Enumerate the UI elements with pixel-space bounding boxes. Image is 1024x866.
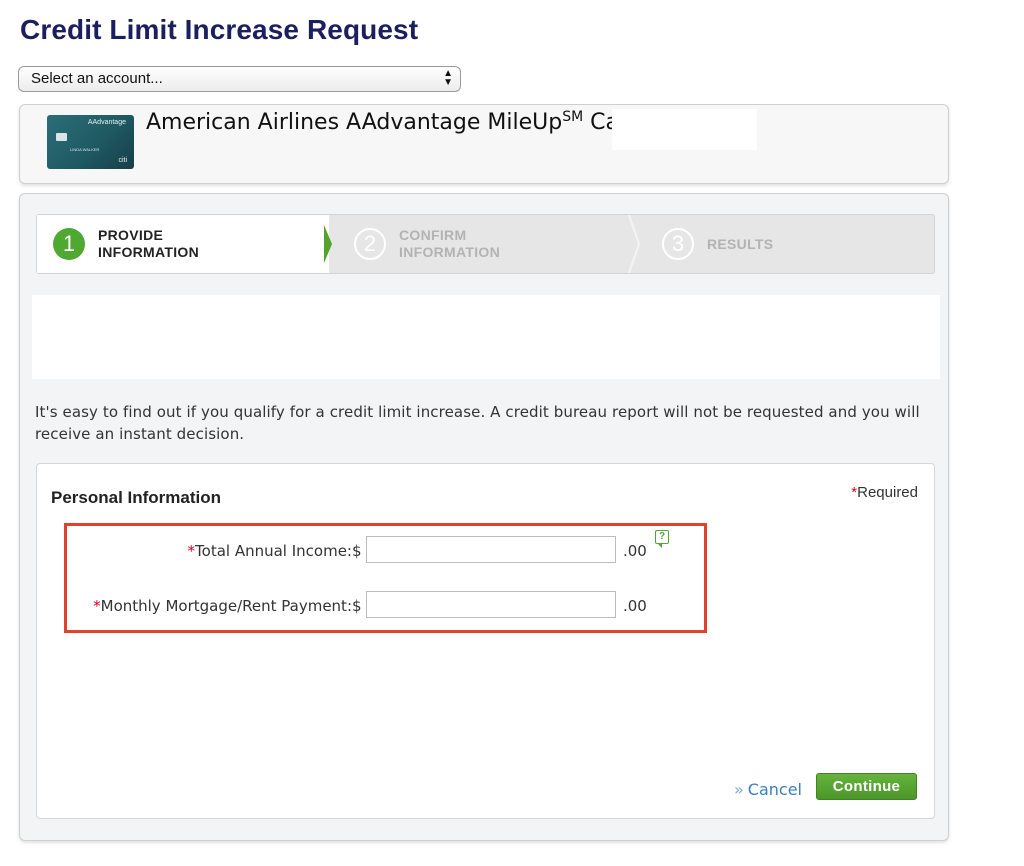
step-3: 3 RESULTS xyxy=(662,215,773,273)
redacted-area xyxy=(612,109,757,150)
step-3-number: 3 xyxy=(662,228,694,260)
step-1: 1 PROVIDE INFORMATION xyxy=(53,215,248,273)
highlight-box: *Total Annual Income: $ .00 ? *Monthly M… xyxy=(64,523,707,633)
card-image-holder: LINDA WALKER xyxy=(70,147,100,152)
mortgage-rent-label: *Monthly Mortgage/Rent Payment: xyxy=(93,597,352,615)
step-active-chevron xyxy=(324,225,332,263)
card-name: American Airlines AAdvantage MileUpSM Ca… xyxy=(146,109,642,135)
step-2-label: CONFIRM INFORMATION xyxy=(399,227,501,260)
cents-suffix: .00 xyxy=(623,597,647,615)
info-banner xyxy=(32,295,940,379)
card-name-sup: SM xyxy=(562,109,584,125)
card-chip-icon xyxy=(56,133,67,141)
select-arrows-icon: ▲ ▼ xyxy=(443,68,453,88)
main-panel: 1 PROVIDE INFORMATION 2 CONFIRM INFORMAT… xyxy=(19,193,949,841)
annual-income-label-text: Total Annual Income: xyxy=(195,542,352,560)
card-image-brand: AAdvantage xyxy=(87,119,126,126)
step-divider xyxy=(627,215,641,273)
required-note-text: Required xyxy=(857,484,918,501)
double-chevron-icon: » xyxy=(734,780,744,799)
currency-symbol: $ xyxy=(352,597,362,615)
required-asterisk: * xyxy=(187,542,196,560)
card-image-logo: citi xyxy=(118,157,127,164)
step-2-number: 2 xyxy=(354,228,386,260)
account-select-value: Select an account... xyxy=(31,70,163,87)
mortgage-rent-input[interactable] xyxy=(366,591,616,618)
annual-income-input[interactable] xyxy=(366,536,616,563)
required-note: *Required xyxy=(851,484,918,501)
annual-income-label: *Total Annual Income: xyxy=(188,542,352,560)
account-select[interactable]: Select an account... ▲ ▼ xyxy=(18,66,461,92)
cancel-label: Cancel xyxy=(747,780,802,799)
step-2: 2 CONFIRM INFORMATION xyxy=(354,215,519,273)
continue-button[interactable]: Continue xyxy=(816,773,917,800)
form-heading: Personal Information xyxy=(51,488,222,507)
currency-symbol: $ xyxy=(352,542,362,560)
step-3-label: RESULTS xyxy=(707,235,774,252)
page-title: Credit Limit Increase Request xyxy=(20,14,419,45)
help-icon[interactable]: ? xyxy=(655,530,669,548)
annual-income-row: *Total Annual Income: $ .00 ? xyxy=(67,530,704,566)
personal-info-form: Personal Information *Required *Total An… xyxy=(36,463,935,819)
intro-text: It's easy to find out if you qualify for… xyxy=(35,403,920,443)
mortgage-rent-row: *Monthly Mortgage/Rent Payment: $ .00 xyxy=(67,591,704,621)
progress-stepper: 1 PROVIDE INFORMATION 2 CONFIRM INFORMAT… xyxy=(36,214,935,274)
mortgage-rent-label-text: Monthly Mortgage/Rent Payment: xyxy=(100,597,352,615)
required-asterisk: * xyxy=(93,597,101,615)
step-1-number: 1 xyxy=(53,228,85,260)
card-panel: AAdvantage LINDA WALKER citi American Ai… xyxy=(19,104,949,184)
card-image: AAdvantage LINDA WALKER citi xyxy=(47,115,134,169)
card-name-text: American Airlines AAdvantage MileUp xyxy=(146,110,563,135)
cents-suffix: .00 xyxy=(623,542,647,560)
cancel-link[interactable]: » Cancel xyxy=(734,780,802,799)
step-1-label: PROVIDE INFORMATION xyxy=(98,227,200,260)
